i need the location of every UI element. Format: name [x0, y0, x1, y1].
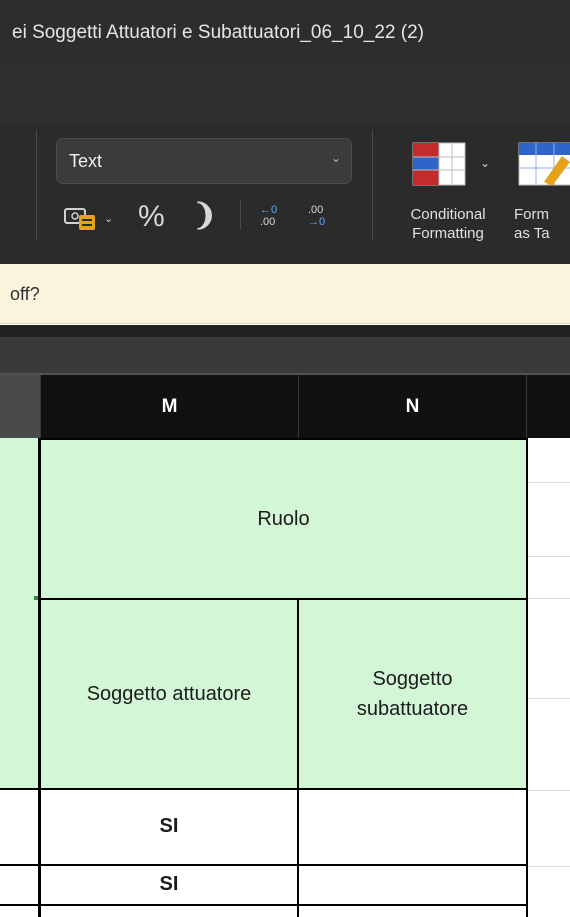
ribbon-divider	[36, 130, 37, 240]
currency-format-icon[interactable]	[64, 206, 98, 232]
gridline	[528, 790, 570, 791]
ribbon-divider	[372, 130, 373, 240]
ribbon-divider	[240, 200, 241, 230]
cf-label-line2: Formatting	[412, 225, 484, 242]
cell-soggetto-attuatore[interactable]: Soggetto attuatore	[38, 598, 299, 790]
cell-divider	[297, 904, 299, 917]
decrease-decimal-button[interactable]: .00 →0	[308, 204, 325, 228]
cell-soggetto-subattuatore[interactable]: Soggetto subattuatore	[297, 598, 528, 790]
format-as-table-icon[interactable]	[518, 142, 570, 186]
cf-label-line1: Conditional	[410, 206, 486, 223]
message-text: off?	[10, 284, 40, 304]
chevron-down-icon: ⌄	[330, 151, 341, 165]
window-title: ei Soggetti Attuatori e Subattuatori_06_…	[12, 22, 424, 43]
ribbon-tab-area	[0, 64, 570, 122]
column-header-m[interactable]: M	[40, 375, 298, 438]
column-header-row: M N	[0, 373, 570, 438]
conditional-formatting-icon[interactable]	[412, 142, 466, 186]
conditional-formatting-label[interactable]: Conditional Formatting	[390, 205, 506, 243]
decrease-decimal-bottom: →0	[308, 216, 326, 228]
chevron-down-icon[interactable]: ⌄	[104, 212, 113, 225]
message-bar: off?	[0, 264, 570, 324]
row-border	[0, 788, 40, 790]
ft-label-line2: as Ta	[514, 225, 550, 242]
cell-ruolo-merged[interactable]: Ruolo	[38, 438, 528, 600]
cell-l-subheader[interactable]	[0, 600, 40, 790]
column-header-o[interactable]	[526, 375, 570, 438]
cell-m-row1[interactable]: SI	[38, 788, 299, 866]
cell-l-header[interactable]	[0, 438, 40, 600]
increase-decimal-button[interactable]: ←0 .00	[260, 204, 277, 228]
gridline	[528, 556, 570, 557]
formula-bar-separator	[0, 325, 570, 337]
row-border	[0, 864, 40, 866]
format-as-table-label[interactable]: Form as Ta	[514, 205, 570, 243]
cell-m-row2[interactable]: SI	[38, 864, 299, 906]
gridline	[528, 866, 570, 867]
formula-bar[interactable]	[0, 337, 570, 373]
ft-label-line1: Form	[514, 206, 549, 223]
number-format-value: Text	[69, 151, 103, 171]
number-format-dropdown[interactable]: Text ⌄	[56, 138, 352, 184]
decrease-decimal-top: .00	[308, 204, 324, 216]
increase-decimal-bottom: .00	[260, 216, 276, 228]
row-border	[0, 904, 40, 906]
percent-style-button[interactable]: %	[138, 200, 165, 234]
title-bar: ei Soggetti Attuatori e Subattuatori_06_…	[0, 0, 570, 64]
cell-n-row1[interactable]	[297, 788, 528, 866]
increase-decimal-top: ←0	[260, 204, 278, 216]
gridline	[528, 698, 570, 699]
gridline	[528, 598, 570, 599]
cell-row3-partial[interactable]	[38, 904, 528, 917]
chevron-down-icon[interactable]: ⌄	[480, 156, 490, 170]
column-header-l[interactable]	[0, 375, 40, 438]
column-header-n[interactable]: N	[298, 375, 526, 438]
gridline	[528, 482, 570, 483]
cell-n-row2[interactable]	[297, 864, 528, 906]
comma-style-button[interactable]: ❩	[192, 198, 217, 233]
